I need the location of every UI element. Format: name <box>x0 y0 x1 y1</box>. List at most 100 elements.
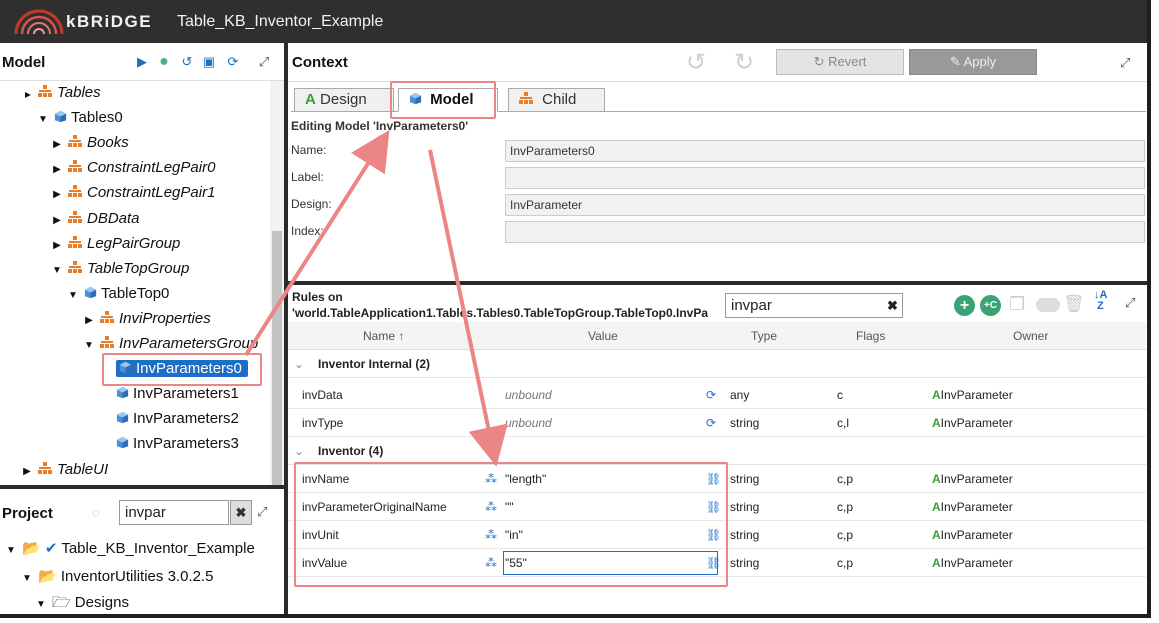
apply-label: Apply <box>963 54 997 69</box>
rule-row[interactable]: invData unbound ⟳ any c AInvParameter <box>288 381 1146 409</box>
project-tree-label: InventorUtilities 3.0.2.5 <box>60 568 214 585</box>
tree-node[interactable]: ▶ TableUI <box>22 458 108 482</box>
undo-icon[interactable]: ↺ <box>686 48 706 77</box>
rule-type: string <box>730 416 760 430</box>
collapse-arrow-icon[interactable]: ▼ <box>22 567 32 591</box>
tree-node-label: ConstraintLegPair1 <box>87 184 216 202</box>
expand-arrow-icon[interactable]: ▶ <box>52 234 62 258</box>
col-name-header[interactable]: Name ↑ <box>363 329 404 343</box>
expand-arrow-icon[interactable]: ▶ <box>52 209 62 233</box>
model-pane-title: Model <box>2 54 46 71</box>
design-a-icon: A <box>305 91 316 108</box>
rules-search-input[interactable]: invpar <box>725 293 903 318</box>
tree-node-label: InvParametersGroup <box>119 335 259 352</box>
field-label-name: Name: <box>291 143 327 157</box>
revert-label: Revert <box>828 54 867 69</box>
model-tree-scroll-thumb[interactable] <box>272 231 282 485</box>
rule-value: unbound <box>505 416 552 430</box>
apply-button[interactable]: ✎ Apply <box>909 49 1037 75</box>
rules-title-line2: 'world.TableApplication1.Tables.Tables0.… <box>292 306 709 320</box>
annotation-box-inventor-rules <box>294 462 728 587</box>
tree-node[interactable]: ▶ ConstraintLegPair1 <box>52 181 215 205</box>
tab-child[interactable]: Child <box>508 88 605 112</box>
design-a-icon: A <box>932 472 941 486</box>
rules-expand-icon[interactable]: ⤢ <box>1125 295 1135 311</box>
clear-filter-icon[interactable]: ✖ <box>230 500 252 525</box>
run-icon[interactable]: ▶ <box>135 55 149 69</box>
expand-arrow-icon[interactable]: ▶ <box>22 460 32 484</box>
project-tree-item[interactable]: ▼ 📂 ✔ Table_KB_Inventor_Example <box>6 537 255 561</box>
expand-arrow-icon[interactable]: ▶ <box>84 309 94 333</box>
field-label-index: Index: <box>291 224 324 238</box>
label-field[interactable] <box>505 167 1145 189</box>
sort-az-icon[interactable]: ↓A Z <box>1094 290 1107 312</box>
expand-icon[interactable]: ⤢ <box>257 55 271 69</box>
design-field[interactable]: InvParameter <box>505 194 1145 216</box>
collapse-arrow-icon[interactable]: ▼ <box>36 593 46 614</box>
group-collapse-icon[interactable]: ⌄ <box>294 350 304 378</box>
context-expand-icon[interactable]: ⤢ <box>1120 55 1130 71</box>
tree-node[interactable]: ▶ LegPairGroup <box>52 232 180 256</box>
col-owner-header[interactable]: Owner <box>1013 329 1048 343</box>
expand-arrow-icon[interactable]: ▼ <box>38 108 48 132</box>
refresh-icon[interactable]: ⟳ <box>226 55 240 69</box>
add-rule-icon[interactable]: + <box>954 295 975 316</box>
project-expand-icon[interactable]: ⤢ <box>257 504 267 520</box>
cube-icon <box>116 412 129 424</box>
tree-node[interactable]: ▶ InviProperties <box>84 307 211 331</box>
copy-icon[interactable]: ❐ <box>1009 294 1025 315</box>
index-field[interactable] <box>505 221 1145 243</box>
tree-node[interactable]: InvParameters2 <box>100 407 239 431</box>
tree-node-label: InvParameters2 <box>133 410 239 428</box>
add-child-icon[interactable]: +C <box>980 295 1001 316</box>
col-value-header[interactable]: Value <box>588 329 618 343</box>
rule-type: string <box>730 500 760 514</box>
refresh-icon[interactable]: ⟳ <box>706 381 716 409</box>
tree-node-label: TableUI <box>57 460 109 478</box>
visibility-off-icon[interactable]: ◌ <box>92 505 100 520</box>
status-dot-icon[interactable]: ● <box>157 54 171 70</box>
clear-search-icon[interactable]: ✖ <box>887 298 898 314</box>
expand-arrow-icon[interactable]: ▼ <box>52 259 62 283</box>
rules-group-inventor[interactable]: ⌄ Inventor (4) <box>288 437 1146 465</box>
editing-label: Editing Model 'InvParameters0' <box>291 119 469 133</box>
trash-icon[interactable]: 🗑 <box>1063 294 1085 314</box>
expand-arrow-icon[interactable]: ▼ <box>68 284 78 308</box>
project-tree-item[interactable]: ▼ 📂 InventorUtilities 3.0.2.5 <box>22 565 213 589</box>
col-flags-header[interactable]: Flags <box>856 329 885 343</box>
expand-arrow-icon[interactable]: ▲ <box>15 90 39 100</box>
tab-design[interactable]: A Design <box>294 88 394 112</box>
model-tree-scrollbar[interactable] <box>270 81 284 485</box>
rule-owner: AInvParameter <box>932 493 1013 521</box>
refresh-icon[interactable]: ⟳ <box>706 409 716 437</box>
name-field[interactable]: InvParameters0 <box>505 140 1145 162</box>
save-icon[interactable]: ▣ <box>202 55 216 69</box>
tree-node[interactable]: ▶ DBData <box>52 207 139 233</box>
toggle-icon[interactable] <box>1036 298 1060 312</box>
rule-row[interactable]: invType unbound ⟳ string c,l AInvParameter <box>288 409 1146 437</box>
tree-node[interactable]: ▶ Books <box>52 131 129 155</box>
redo-icon[interactable]: ↻ <box>734 48 754 77</box>
collapse-arrow-icon[interactable]: ▼ <box>6 539 16 563</box>
revert-button[interactable]: ↻ Revert <box>776 49 904 75</box>
model-pane: Model ▶ ● ↺ ▣ ⟳ ⤢ ▲ Tables ▼ Tables0 ▶ Books ▶… <box>0 43 284 485</box>
expand-arrow-icon[interactable]: ▶ <box>52 158 62 182</box>
expand-arrow-icon[interactable]: ▶ <box>52 183 62 207</box>
expand-arrow-icon[interactable]: ▶ <box>52 133 62 157</box>
tree-node[interactable]: ▼ Tables0 <box>38 106 123 130</box>
tree-node[interactable]: ▶ ConstraintLegPair0 <box>52 156 215 180</box>
project-tree-item[interactable]: ▼ 🗁 Designs <box>36 591 129 614</box>
col-type-header[interactable]: Type <box>751 329 777 343</box>
tree-node-label: Tables <box>57 84 101 101</box>
tree-node[interactable]: ▲ Tables <box>22 81 101 105</box>
tree-node[interactable]: InvParameters3 <box>100 432 239 456</box>
project-filter-input[interactable]: invpar <box>119 500 229 525</box>
expand-arrow-icon[interactable]: ▼ <box>84 334 94 358</box>
group-collapse-icon[interactable]: ⌄ <box>294 437 304 465</box>
tree-node[interactable]: ▼ TableTopGroup <box>52 257 189 281</box>
tree-node[interactable]: ▼ TableTop0 <box>68 282 169 306</box>
history-icon[interactable]: ↺ <box>180 55 194 69</box>
folder-outline-icon: 🗁 <box>52 594 71 611</box>
rules-group-inventor-internal[interactable]: ⌄ Inventor Internal (2) <box>288 350 1146 378</box>
cube-icon <box>116 387 129 399</box>
